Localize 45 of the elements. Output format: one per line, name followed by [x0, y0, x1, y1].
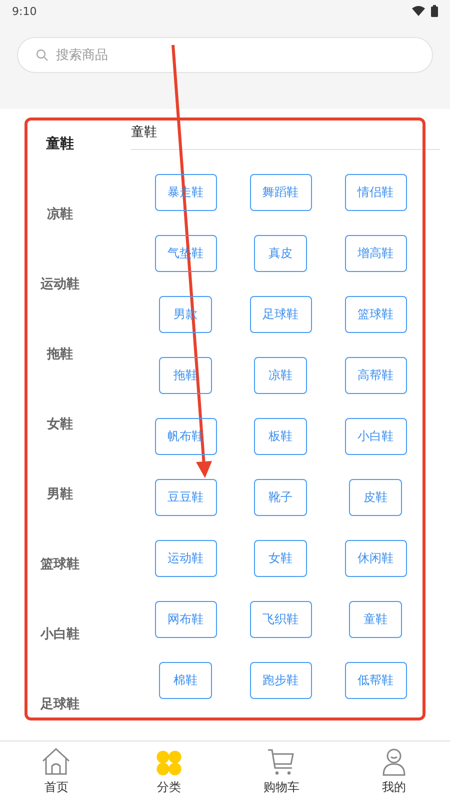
category-item[interactable]: 女鞋 — [0, 389, 120, 459]
clover-icon — [156, 750, 182, 776]
battery-icon — [431, 5, 438, 17]
tag-button[interactable]: 童鞋 — [349, 601, 402, 638]
tag-button[interactable]: 小白鞋 — [344, 418, 406, 455]
tag-button[interactable]: 飞织鞋 — [250, 601, 312, 638]
tag-button[interactable]: 情侣鞋 — [344, 174, 406, 211]
category-title: 童鞋 — [131, 123, 440, 150]
tag-button[interactable]: 网布鞋 — [154, 601, 216, 638]
person-icon — [382, 748, 406, 776]
tag-button[interactable]: 增高鞋 — [344, 235, 406, 272]
category-item[interactable]: 篮球鞋 — [0, 529, 120, 599]
tag-button[interactable]: 棉鞋 — [159, 662, 212, 699]
category-item[interactable]: 童鞋 — [0, 109, 120, 179]
category-item[interactable]: 小白鞋 — [0, 599, 120, 669]
home-icon — [41, 748, 72, 776]
category-item[interactable]: 运动鞋 — [0, 249, 120, 319]
tab[interactable]: 我的 — [338, 742, 450, 800]
tag-button[interactable]: 皮鞋 — [349, 479, 402, 516]
tag-button[interactable]: 板鞋 — [254, 418, 307, 455]
tag-button[interactable]: 舞蹈鞋 — [250, 174, 312, 211]
tab[interactable]: 首页 — [0, 742, 112, 800]
category-item[interactable]: 男鞋 — [0, 459, 120, 529]
tag-button[interactable]: 真皮 — [254, 235, 307, 272]
tag-button[interactable]: 凉鞋 — [254, 357, 307, 394]
search-field[interactable]: 搜索商品 — [17, 37, 433, 73]
category-item[interactable]: 足球鞋 — [0, 669, 120, 739]
tag-button[interactable]: 低帮鞋 — [344, 662, 406, 699]
tag-button[interactable]: 靴子 — [254, 479, 307, 516]
tag-button[interactable]: 豆豆鞋 — [154, 479, 216, 516]
tag-button[interactable]: 高帮鞋 — [344, 357, 406, 394]
wifi-icon — [412, 6, 425, 16]
search-icon — [36, 49, 48, 61]
tag-button[interactable]: 运动鞋 — [154, 540, 216, 577]
category-item[interactable]: 凉鞋 — [0, 179, 120, 249]
category-item[interactable]: 拖鞋 — [0, 319, 120, 389]
tag-button[interactable]: 跑步鞋 — [250, 662, 312, 699]
tag-button[interactable]: 篮球鞋 — [344, 296, 406, 333]
tab[interactable]: 分类 — [112, 742, 225, 800]
status-time: 9:10 — [12, 4, 37, 18]
tag-button[interactable]: 休闲鞋 — [344, 540, 406, 577]
cart-icon — [267, 748, 296, 776]
tag-button[interactable]: 足球鞋 — [250, 296, 312, 333]
tag-button[interactable]: 女鞋 — [254, 540, 307, 577]
tab[interactable]: 购物车 — [225, 742, 338, 800]
